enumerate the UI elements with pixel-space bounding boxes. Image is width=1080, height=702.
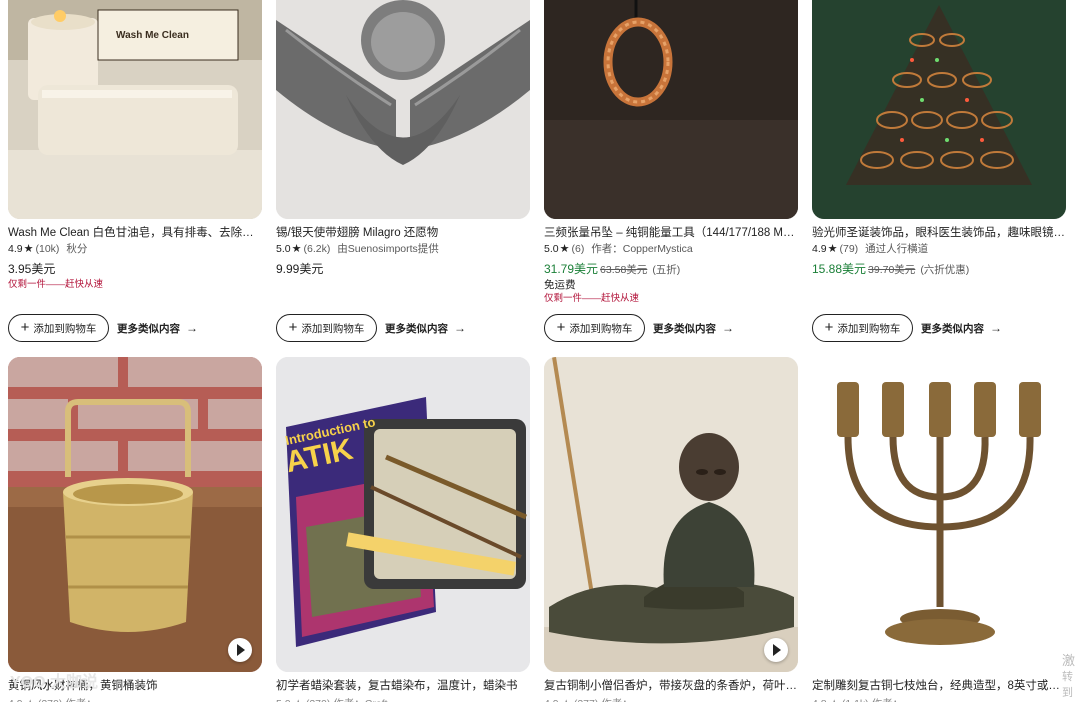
- star-icon: ★: [559, 243, 570, 255]
- play-video-button[interactable]: [764, 638, 788, 662]
- product-image[interactable]: [544, 357, 798, 672]
- product-title[interactable]: 复古铜制小僧侣香炉，带接灰盘的条香炉，荷叶造...: [544, 679, 798, 693]
- play-video-button[interactable]: [228, 638, 252, 662]
- product-price: 3.95美元: [8, 262, 55, 277]
- add-to-cart-label: 添加到购物车: [33, 322, 97, 335]
- rating-score: 4.9: [8, 243, 23, 255]
- product-image[interactable]: Wash Me Clean: [8, 0, 262, 219]
- rating-score: 5.0: [276, 243, 291, 255]
- more-like-this-link[interactable]: 更多类似内容 →: [117, 314, 198, 342]
- watermark-left: YOO 大咖说: [10, 674, 99, 691]
- product-image[interactable]: [8, 357, 262, 672]
- more-like-this-label: 更多类似内容: [653, 322, 716, 335]
- plus-icon: +: [288, 319, 298, 336]
- product-title[interactable]: 初学者蜡染套装，复古蜡染布，温度计，蜡染书: [276, 679, 530, 693]
- product-image[interactable]: [812, 0, 1066, 219]
- product-title[interactable]: 锡/银天使带翅膀 Milagro 还愿物: [276, 226, 530, 240]
- product-image[interactable]: Introduction to ATIK: [276, 357, 530, 672]
- arrow-right-icon: →: [990, 321, 1002, 335]
- more-like-this-link[interactable]: 更多类似内容 →: [653, 314, 734, 342]
- price-sale: 31.79美元: [544, 262, 599, 276]
- more-like-this-label: 更多类似内容: [117, 322, 180, 335]
- star-icon: ★: [827, 243, 838, 255]
- plus-icon: +: [20, 319, 30, 336]
- discount-badge: (五折): [652, 264, 681, 276]
- product-rating-partial: 4.8 ★ (1.1k) 作者：...: [812, 696, 912, 702]
- price-original: 63.58美元: [600, 264, 648, 276]
- review-count: (79): [839, 243, 859, 255]
- arrow-right-icon: →: [722, 321, 734, 335]
- product-rating: 5.0★ (6) 作者：CopperMystica: [544, 243, 693, 256]
- seller-name: 秋分: [66, 243, 88, 255]
- plus-icon: +: [556, 319, 566, 336]
- price-original: 39.70美元: [868, 264, 916, 276]
- review-count: (6.2k): [303, 243, 331, 255]
- seller-name: 作者：CopperMystica: [591, 243, 693, 255]
- plus-icon: +: [824, 319, 834, 336]
- add-to-cart-button[interactable]: + 添加到购物车: [8, 314, 109, 342]
- arrow-right-icon: →: [186, 321, 198, 335]
- rating-score: 5.0: [544, 243, 559, 255]
- more-like-this-label: 更多类似内容: [385, 322, 448, 335]
- product-rating-partial: 5.0 ★ (270) 作者：Craft...: [276, 696, 396, 702]
- more-like-this-link[interactable]: 更多类似内容 →: [385, 314, 466, 342]
- product-price: 31.79美元 63.58美元 (五折): [544, 262, 680, 278]
- product-title[interactable]: 定制雕刻复古铜七枝烛台，经典造型，8英寸或7英...: [812, 679, 1066, 693]
- stock-notice: 仅剩一件——赶快从速: [8, 279, 104, 290]
- add-to-cart-label: 添加到购物车: [301, 322, 365, 335]
- more-like-this-label: 更多类似内容: [921, 322, 984, 335]
- star-icon: ★: [291, 243, 302, 255]
- seller-name: 由Suenosimports提供: [337, 243, 439, 255]
- product-rating-partial: 4.9 ★ (270) 作者：...: [8, 696, 106, 702]
- watermark-right-1: 激: [1062, 653, 1076, 668]
- product-title[interactable]: 验光师圣诞装饰品，眼科医生装饰品，趣味眼镜树...: [812, 226, 1066, 240]
- more-like-this-link[interactable]: 更多类似内容 →: [921, 314, 1002, 342]
- rating-score: 4.9: [812, 243, 827, 255]
- product-rating: 5.0★ (6.2k) 由Suenosimports提供: [276, 243, 439, 256]
- stock-notice: 仅剩一件——赶快从速: [544, 293, 640, 304]
- image-label-text: Wash Me Clean: [116, 30, 189, 41]
- product-image[interactable]: [544, 0, 798, 219]
- product-title[interactable]: 三频张量吊坠 – 纯铜能量工具（144/177/188 MHz...: [544, 226, 798, 240]
- add-to-cart-label: 添加到购物车: [569, 322, 633, 335]
- product-price: 9.99美元: [276, 262, 323, 277]
- product-rating-partial: 4.9 ★ (277) 作者：...: [544, 696, 642, 702]
- product-image[interactable]: [812, 357, 1066, 672]
- product-image[interactable]: [276, 0, 530, 219]
- star-icon: ★: [23, 243, 34, 255]
- price-sale: 15.88美元: [812, 262, 867, 276]
- price-current: 3.95美元: [8, 262, 56, 276]
- review-count: (6): [571, 243, 585, 255]
- product-price: 15.88美元 39.70美元 (六折优惠): [812, 262, 969, 278]
- add-to-cart-button[interactable]: + 添加到购物车: [276, 314, 377, 342]
- arrow-right-icon: →: [454, 321, 466, 335]
- review-count: (10k): [35, 243, 60, 255]
- free-shipping: 免运费: [544, 279, 576, 291]
- add-to-cart-label: 添加到购物车: [837, 322, 901, 335]
- discount-badge: (六折优惠): [920, 264, 970, 276]
- seller-name: 通过人行横道: [865, 243, 929, 255]
- product-rating: 4.9★ (79) 通过人行横道: [812, 243, 928, 256]
- product-rating: 4.9★ (10k) 秋分: [8, 243, 87, 256]
- add-to-cart-button[interactable]: + 添加到购物车: [812, 314, 913, 342]
- add-to-cart-button[interactable]: + 添加到购物车: [544, 314, 645, 342]
- price-current: 9.99美元: [276, 262, 324, 276]
- watermark-right-2: 转到: [1062, 671, 1073, 699]
- product-title[interactable]: Wash Me Clean 白色甘油皂，具有排毒、去除负...: [8, 226, 262, 240]
